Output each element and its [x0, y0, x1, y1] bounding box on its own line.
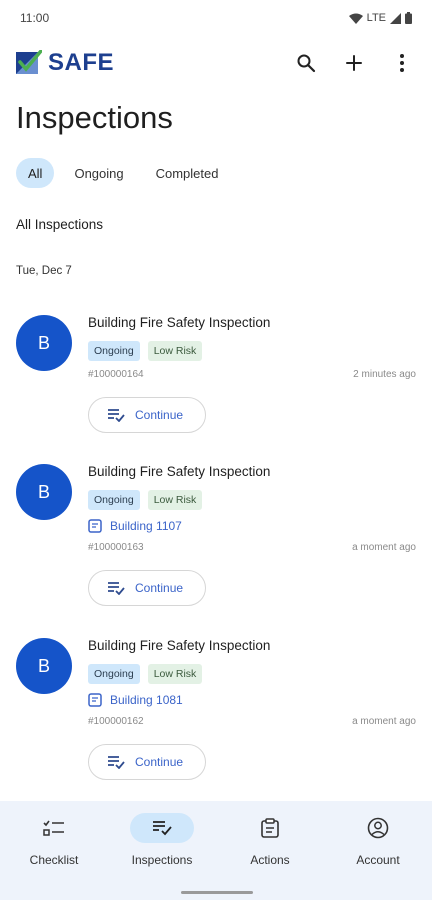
status-badge: Ongoing: [88, 664, 140, 684]
inspection-card[interactable]: B Building Fire Safety Inspection Ongoin…: [0, 450, 432, 624]
document-icon: [88, 519, 102, 533]
nav-item-account[interactable]: Account: [324, 801, 432, 900]
continue-button[interactable]: Continue: [88, 744, 206, 780]
logo-icon: [16, 50, 42, 74]
inspection-time: a moment ago: [352, 542, 416, 553]
nav-item-actions[interactable]: Actions: [216, 801, 324, 900]
app-logo: SAFE: [16, 49, 114, 77]
wifi-icon: [348, 13, 363, 24]
inspection-time: a moment ago: [352, 716, 416, 727]
search-button[interactable]: [292, 49, 320, 77]
inspection-title: Building Fire Safety Inspection: [88, 315, 271, 330]
inspection-list: B Building Fire Safety Inspection Ongoin…: [0, 300, 432, 798]
inspection-title: Building Fire Safety Inspection: [88, 638, 271, 653]
document-icon: [88, 693, 102, 707]
add-button[interactable]: [340, 49, 368, 77]
status-bar: 11:00 LTE: [0, 0, 432, 36]
more-options-button[interactable]: [388, 49, 416, 77]
app-bar: SAFE: [0, 40, 432, 86]
network-label: LTE: [366, 12, 386, 24]
filter-chip-all[interactable]: All: [16, 158, 55, 188]
building-link[interactable]: Building 1081: [88, 692, 416, 708]
inspection-id: #100000162: [88, 716, 144, 727]
search-icon: [297, 54, 316, 73]
clipboard-icon: [261, 818, 279, 838]
filter-chips: All Ongoing Completed: [16, 158, 230, 188]
nav-label: Actions: [250, 853, 290, 867]
checklist-continue-icon: [108, 409, 125, 422]
status-time: 11:00: [20, 11, 50, 25]
battery-icon: [405, 12, 412, 24]
nav-item-inspections[interactable]: Inspections: [108, 801, 216, 900]
date-label: Tue, Dec 7: [16, 265, 72, 277]
continue-label: Continue: [135, 581, 184, 595]
filter-chip-ongoing[interactable]: Ongoing: [62, 158, 135, 188]
continue-label: Continue: [135, 755, 184, 769]
status-badge: Ongoing: [88, 341, 140, 361]
building-link[interactable]: Building 1107: [88, 518, 416, 534]
nav-label: Checklist: [29, 853, 79, 867]
account-icon: [367, 817, 389, 839]
risk-badge: Low Risk: [147, 490, 203, 510]
inspection-card[interactable]: B Building Fire Safety Inspection Ongoin…: [0, 300, 432, 450]
building-name: Building 1081: [110, 693, 183, 707]
checklist-continue-icon: [108, 756, 125, 769]
avatar: B: [16, 464, 72, 520]
inspections-icon: [153, 821, 172, 836]
checklist-icon: [43, 820, 64, 836]
inspection-time: 2 minutes ago: [353, 369, 416, 380]
status-icons: LTE: [348, 12, 412, 24]
filter-chip-completed[interactable]: Completed: [144, 158, 231, 188]
status-badge: Ongoing: [88, 490, 140, 510]
inspection-card[interactable]: B Building Fire Safety Inspection Ongoin…: [0, 624, 432, 798]
inspection-id: #100000164: [88, 369, 144, 380]
page-title: Inspections: [16, 100, 173, 135]
checklist-continue-icon: [108, 582, 125, 595]
risk-badge: Low Risk: [147, 341, 203, 361]
plus-icon: [346, 55, 362, 71]
continue-button[interactable]: Continue: [88, 570, 206, 606]
more-vert-icon: [400, 54, 404, 72]
continue-label: Continue: [135, 408, 184, 422]
home-indicator[interactable]: [181, 891, 253, 894]
inspection-title: Building Fire Safety Inspection: [88, 464, 271, 479]
inspection-id: #100000163: [88, 542, 144, 553]
bottom-navigation: Checklist Inspections Actions Account: [0, 801, 432, 900]
nav-label: Account: [356, 853, 400, 867]
building-name: Building 1107: [110, 519, 182, 533]
logo-text: SAFE: [48, 49, 115, 76]
risk-badge: Low Risk: [147, 664, 203, 684]
avatar: B: [16, 638, 72, 694]
nav-item-checklist[interactable]: Checklist: [0, 801, 108, 900]
avatar: B: [16, 315, 72, 371]
section-title: All Inspections: [16, 217, 104, 232]
continue-button[interactable]: Continue: [88, 397, 206, 433]
nav-label: Inspections: [131, 853, 193, 867]
signal-icon: [390, 12, 401, 24]
